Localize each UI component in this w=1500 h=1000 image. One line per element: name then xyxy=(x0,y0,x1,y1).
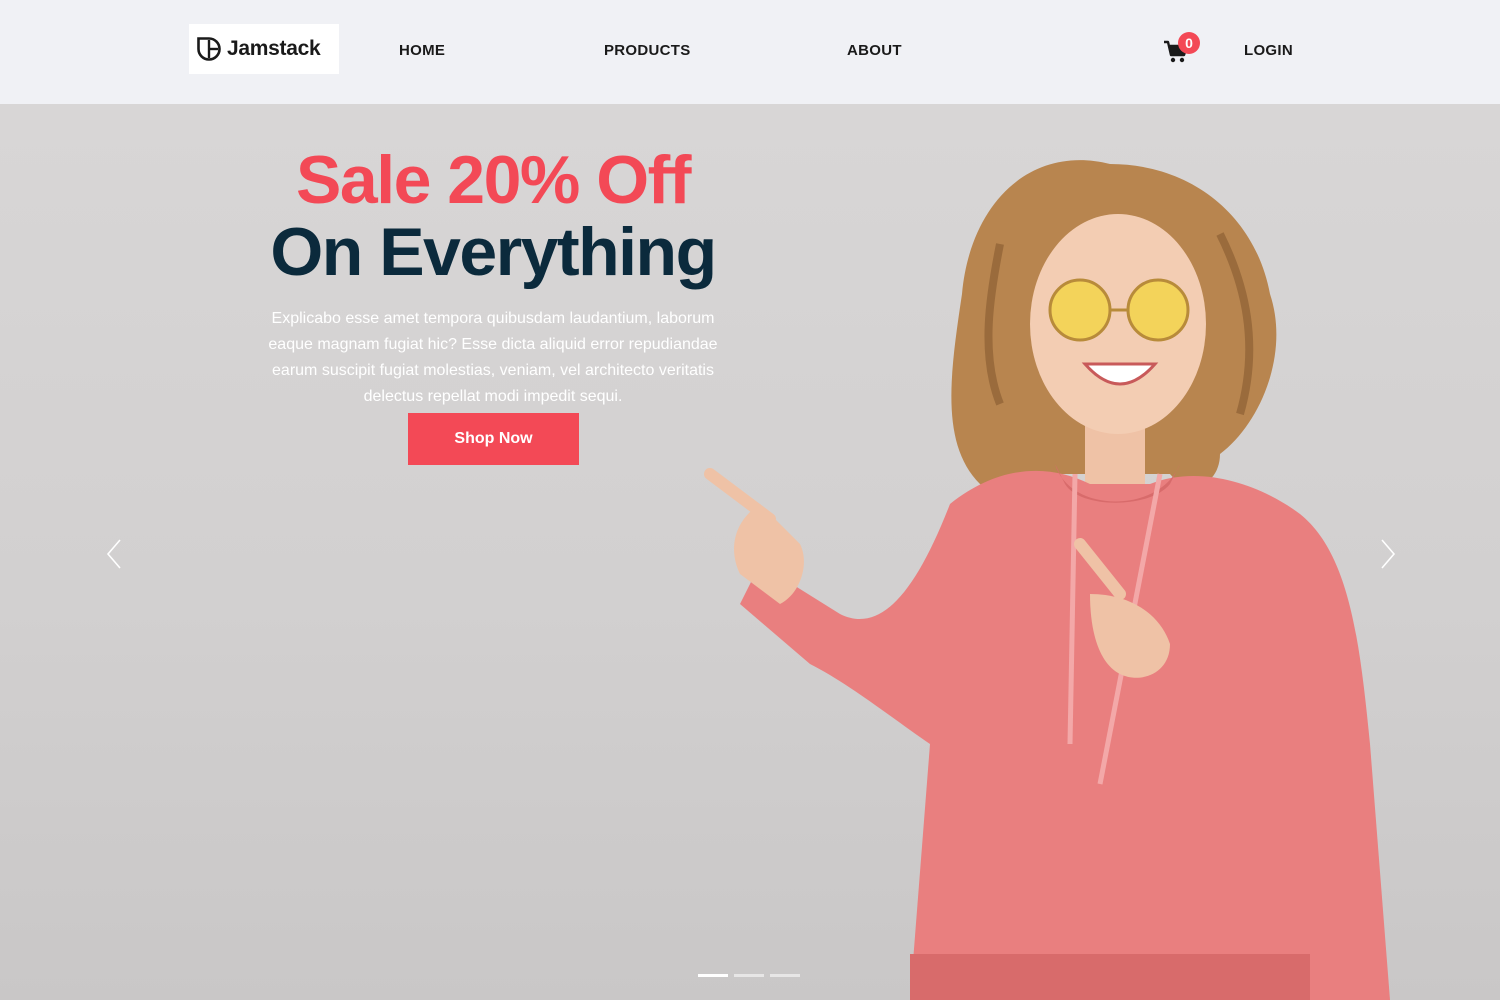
carousel-indicator-3[interactable] xyxy=(770,974,800,977)
logo-icon xyxy=(197,37,221,61)
site-header: Jamstack HOME PRODUCTS ABOUT 0 LOGIN xyxy=(0,0,1500,104)
nav-products-link[interactable]: PRODUCTS xyxy=(604,42,691,59)
hero-headline-sale: Sale 20% Off xyxy=(296,142,691,218)
carousel-next-icon[interactable] xyxy=(1378,538,1398,570)
carousel-prev-icon[interactable] xyxy=(104,538,124,570)
nav-login-link[interactable]: LOGIN xyxy=(1244,42,1293,59)
brand-name: Jamstack xyxy=(227,37,321,60)
hero-model-image xyxy=(704,160,1390,1000)
hero-carousel: Sale 20% Off On Everything Explicabo ess… xyxy=(0,104,1500,1000)
cart-count-badge: 0 xyxy=(1178,32,1200,54)
nav-about-link[interactable]: ABOUT xyxy=(847,42,902,59)
carousel-indicators xyxy=(698,974,800,977)
brand-logo[interactable]: Jamstack xyxy=(189,24,339,74)
shop-now-button[interactable]: Shop Now xyxy=(408,413,579,465)
carousel-indicator-1[interactable] xyxy=(698,974,728,977)
carousel-indicator-2[interactable] xyxy=(734,974,764,977)
hero-headline-everything: On Everything xyxy=(270,214,717,290)
hero-description: Explicabo esse amet tempora quibusdam la… xyxy=(268,310,718,405)
nav-home-link[interactable]: HOME xyxy=(399,42,445,59)
hero-copy: Sale 20% Off On Everything Explicabo ess… xyxy=(243,144,743,410)
